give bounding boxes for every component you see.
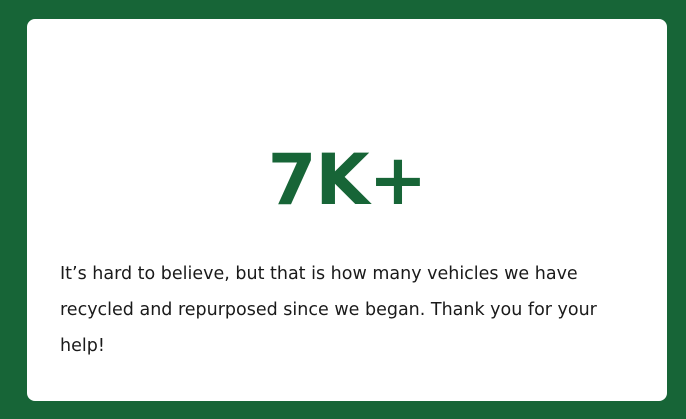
stat-card: 7K+ It’s hard to believe, but that is ho… bbox=[27, 19, 667, 401]
stat-description: It’s hard to believe, but that is how ma… bbox=[60, 264, 597, 356]
stat-value: 7K+ bbox=[267, 139, 428, 221]
